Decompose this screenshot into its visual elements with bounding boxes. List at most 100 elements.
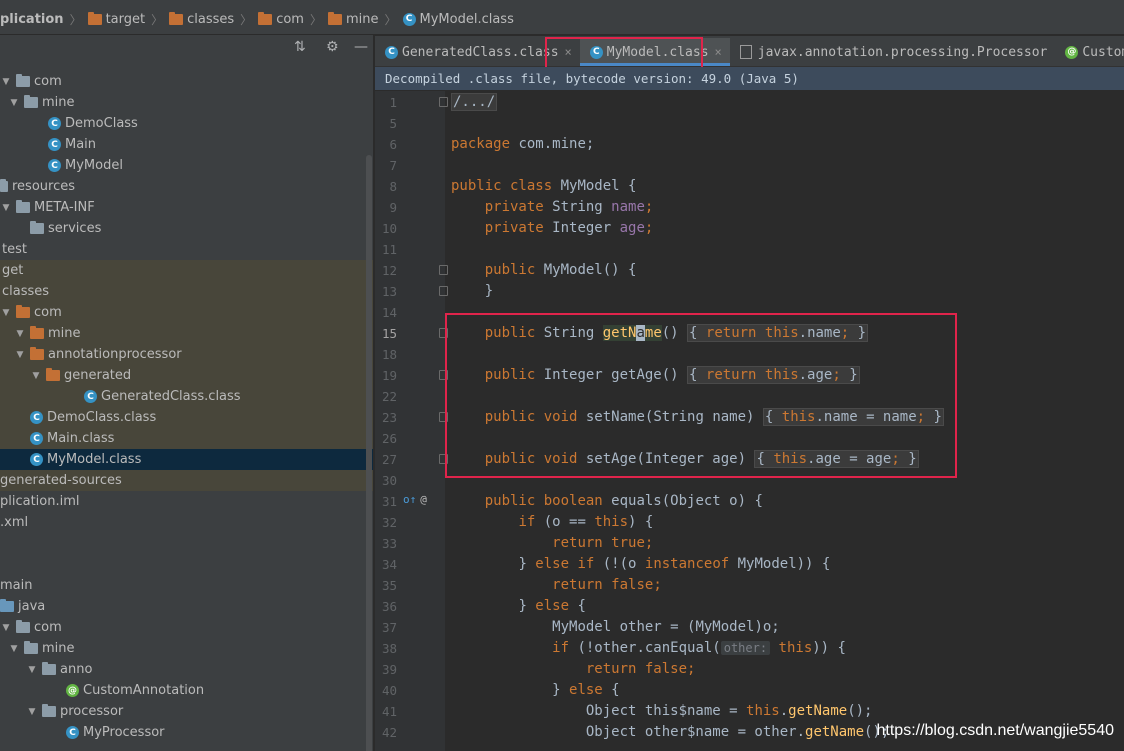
tree-item-generatedclass[interactable]: C GeneratedClass.class [0,386,373,407]
minimize-icon[interactable]: — [354,39,368,55]
expand-arrow-icon[interactable]: ▼ [26,665,38,675]
folder-icon [327,11,342,25]
tree-item-com-main[interactable]: ▼ com [0,617,373,638]
line-number: 31 [381,494,397,509]
collapse-all-icon[interactable]: ⇅ [294,39,306,55]
keyword: else [535,598,570,614]
keyword: private [484,199,544,215]
gear-icon[interactable]: ⚙ [326,39,339,55]
tree-item-com-target[interactable]: ▼ com [0,302,373,323]
tree-item-pom[interactable]: .xml [0,512,373,533]
tree-label: java [18,599,46,614]
tree-item-resources[interactable]: resources [0,176,373,197]
keyword: private [484,220,544,236]
expand-arrow-icon[interactable]: ▼ [0,203,12,213]
tree-label: MyModel.class [47,452,142,467]
expand-arrow-icon[interactable]: ▼ [0,623,12,633]
keyword: if [552,640,570,656]
tree-item-generated-sources[interactable]: generated-sources [0,470,373,491]
fold-marker-icon[interactable] [439,97,448,107]
chevron-right-icon: 〉 [384,12,397,27]
tree-item-annotationprocessor[interactable]: ▼ annotationprocessor [0,344,373,365]
line-number: 14 [381,305,397,320]
tree-item-classes[interactable]: classes [0,281,373,302]
method-call: getName [805,724,865,740]
breadcrumb-item-target[interactable]: target [87,11,145,27]
chevron-right-icon: 〉 [151,12,164,27]
tree-label: MyProcessor [83,725,165,740]
expand-arrow-icon[interactable]: ▼ [8,98,20,108]
tree-item-mymodel[interactable]: C MyModel [0,155,373,176]
fold-marker-icon[interactable] [439,286,448,296]
tab-processor-file[interactable]: javax.annotation.processing.Processor [730,38,1056,66]
tree-item-main-class[interactable]: C Main.class [0,428,373,449]
line-number: 12 [381,263,397,278]
file-icon [739,45,752,59]
tree-item-test[interactable]: test [0,239,373,260]
keyword: true [611,535,645,551]
breadcrumb-label: MyModel.class [419,11,514,27]
keyword: instanceof [644,556,730,572]
tree-item-mine-target[interactable]: ▼ mine [0,323,373,344]
keyword: false [611,577,654,593]
breadcrumb-item-com[interactable]: com [258,11,304,27]
expand-arrow-icon[interactable]: ▼ [8,644,20,654]
resources-folder-icon [0,179,8,192]
tree-item-iml[interactable]: plication.iml [0,491,373,512]
code-line-34: } else if (!(o instanceof MyModel)) { [451,554,830,575]
tree-item-mine-src[interactable]: ▼ mine [0,92,373,113]
sidebar-scrollbar[interactable] [366,155,372,751]
breadcrumb-item-classes[interactable]: classes [169,11,234,27]
expand-arrow-icon[interactable]: ▼ [26,707,38,717]
folder-icon [46,368,60,381]
folded-region[interactable]: /.../ [451,93,498,111]
fold-marker-icon[interactable] [439,265,448,275]
breadcrumb-item-project[interactable]: plication [0,12,64,27]
tree-item-services[interactable]: services [0,218,373,239]
tree-item-customannotation[interactable]: @ CustomAnnotation [0,680,373,701]
tree-label: GeneratedClass.class [101,389,241,404]
code-line-33: return true; [451,533,653,554]
code-line-8: public class MyModel { [451,176,636,197]
package-icon [42,704,56,717]
close-icon[interactable]: × [715,45,722,59]
package-icon [24,641,38,654]
line-number: 32 [381,515,397,530]
tree-label: com [34,620,62,635]
tree-label: DemoClass.class [47,410,157,425]
code-line-10: private Integer age; [451,218,654,239]
tree-item-com-src[interactable]: ▼ com [0,71,373,92]
expand-arrow-icon[interactable]: ▼ [30,371,42,381]
expand-arrow-icon[interactable]: ▼ [0,308,12,318]
tree-item-main[interactable]: C Main [0,134,373,155]
tab-label: javax.annotation.processing.Processor [757,44,1048,60]
tree-item-processor[interactable]: ▼ processor [0,701,373,722]
annotation-marker-icon[interactable]: @ [420,493,427,506]
tree-item-target[interactable]: get [0,260,373,281]
tab-customannotation[interactable]: @CustomAnnota [1055,38,1124,66]
tree-item-generated[interactable]: ▼ generated [0,365,373,386]
tree-item-java[interactable]: java [0,596,373,617]
folder-icon [16,305,30,318]
breadcrumb: plication 〉 target 〉 classes 〉 com 〉 min… [0,4,1124,35]
tree-item-mymodel-class[interactable]: C MyModel.class [0,449,373,470]
code-line-6: package com.mine; [451,134,594,155]
tree-item-meta-inf[interactable]: ▼ META-INF [0,197,373,218]
tree-item-main-src[interactable]: main [0,575,373,596]
code-line-37: MyModel other = (MyModel)o; [451,617,780,638]
tree-item-democlass[interactable]: C DemoClass [0,113,373,134]
expand-arrow-icon[interactable]: ▼ [0,77,12,87]
tree-item-myprocessor[interactable]: C MyProcessor [0,722,373,743]
tree-item-anno[interactable]: ▼ anno [0,659,373,680]
expand-arrow-icon[interactable]: ▼ [14,329,26,339]
override-icon[interactable]: o↑ [403,493,416,506]
code-text: MyModel { [552,178,637,194]
tree-item-democlass-class[interactable]: C DemoClass.class [0,407,373,428]
breadcrumb-item-mine[interactable]: mine [327,11,378,27]
tree-item-mine-main[interactable]: ▼ mine [0,638,373,659]
breadcrumb-item-mymodel[interactable]: C MyModel.class [402,11,514,27]
tree-label: anno [60,662,93,677]
package-icon [16,620,30,633]
editor-tabs: C GeneratedClass.class × C MyModel.class × j… [375,36,1124,67]
expand-arrow-icon[interactable]: ▼ [14,350,26,360]
